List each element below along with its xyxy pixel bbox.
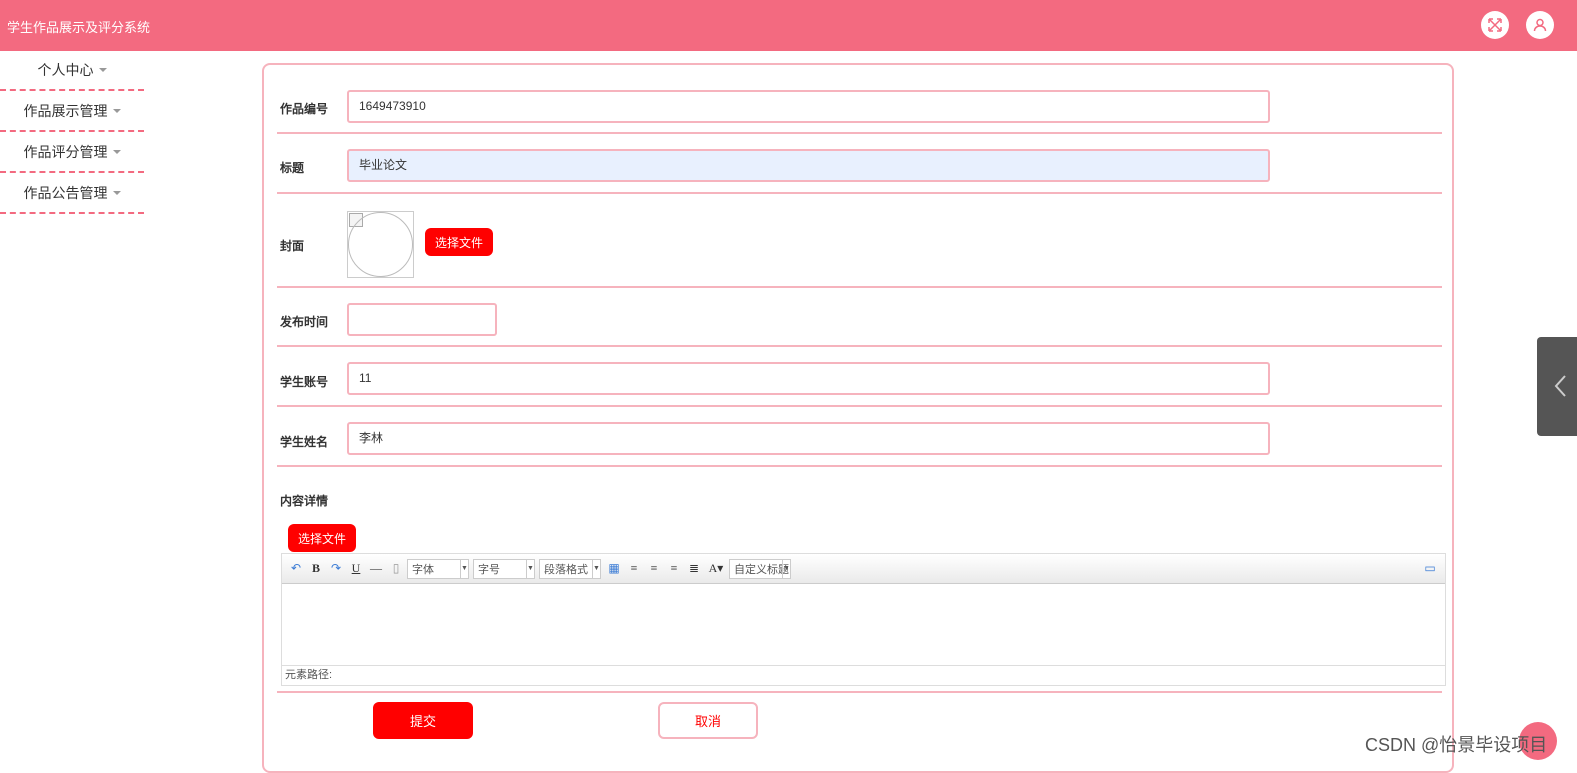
side-panel-handle[interactable] <box>1537 337 1577 436</box>
undo-icon[interactable]: ↶ <box>287 560 305 578</box>
sidebar-item-works-display[interactable]: 作品展示管理 <box>0 91 144 132</box>
title-label: 标题 <box>280 161 305 175</box>
student-account-label: 学生账号 <box>280 375 329 389</box>
document-icon[interactable]: ▯ <box>387 560 405 578</box>
form-panel: 作品编号 1649473910 标题 毕业论文 封面 选择文件 发布时间 学生账… <box>262 63 1454 773</box>
paragraph-value: 段落格式 <box>544 563 588 576</box>
student-account-input[interactable]: 11 <box>347 362 1270 395</box>
caret-down-icon <box>98 68 107 72</box>
publish-time-label: 发布时间 <box>280 315 329 329</box>
cover-image <box>347 211 414 278</box>
user-button[interactable] <box>1526 11 1554 39</box>
custom-title-value: 自定义标题 <box>734 563 789 576</box>
dropdown-arrow-icon: ▼ <box>592 559 600 578</box>
editor-toolbar: ↶ B ↷ U — ▯ 字体 ▼ 字号 ▼ 段落格式 ▼ ▦ ≡ ≡ ≡ ≣ A▾ 自… <box>282 554 1445 584</box>
row-student-account: 学生账号 11 <box>277 347 1442 407</box>
caret-down-icon <box>112 108 121 113</box>
fullscreen-button[interactable] <box>1481 11 1509 39</box>
fullscreen-editor-icon[interactable]: ▭ <box>1421 560 1439 578</box>
sidebar-item-label: 作品公告管理 <box>23 184 108 201</box>
underline-icon[interactable]: U <box>347 560 365 578</box>
font-size-select[interactable]: 字号 ▼ <box>473 558 535 579</box>
content-label: 内容详情 <box>280 494 329 508</box>
rich-text-editor: ↶ B ↷ U — ▯ 字体 ▼ 字号 ▼ 段落格式 ▼ ▦ ≡ ≡ ≡ ≣ A▾ 自… <box>281 553 1446 686</box>
align-center-icon[interactable]: ≡ <box>665 560 683 578</box>
chevron-left-icon <box>1554 375 1566 397</box>
sidebar-item-works-rating[interactable]: 作品评分管理 <box>0 132 144 173</box>
row-publish-time: 发布时间 <box>277 288 1442 347</box>
bold-icon[interactable]: B <box>307 560 325 578</box>
cancel-button[interactable]: 取消 <box>658 702 758 739</box>
custom-title-select[interactable]: 自定义标题 ▼ <box>729 558 791 579</box>
align-left-icon[interactable]: ≡ <box>625 560 643 578</box>
app-title: 学生作品展示及评分系统 <box>7 20 151 35</box>
font-size-value: 字号 <box>478 563 500 576</box>
publish-time-input[interactable] <box>347 303 497 336</box>
student-name-label: 学生姓名 <box>280 435 329 449</box>
row-cover: 封面 选择文件 <box>277 194 1442 288</box>
dropdown-arrow-icon: ▼ <box>782 559 790 578</box>
font-family-select[interactable]: 字体 ▼ <box>407 558 469 579</box>
sidebar-item-works-notice[interactable]: 作品公告管理 <box>0 173 144 214</box>
caret-down-icon <box>112 190 121 195</box>
sidebar: 个人中心 作品展示管理 作品评分管理 作品公告管理 <box>0 51 144 214</box>
title-input[interactable]: 毕业论文 <box>347 149 1270 182</box>
sidebar-item-label: 个人中心 <box>37 62 94 78</box>
student-name-input[interactable]: 李林 <box>347 422 1270 455</box>
sidebar-item-label: 作品展示管理 <box>23 102 108 119</box>
watermark: CSDN @怡景毕设项目 <box>1365 735 1548 755</box>
sidebar-item-personal-center[interactable]: 个人中心 <box>0 51 144 91</box>
cover-choose-file-button[interactable]: 选择文件 <box>425 228 493 256</box>
work-no-label: 作品编号 <box>280 102 329 116</box>
submit-button[interactable]: 提交 <box>373 702 473 739</box>
dropdown-arrow-icon: ▼ <box>460 559 468 578</box>
editor-content-area[interactable] <box>282 584 1445 665</box>
caret-down-icon <box>112 149 121 154</box>
work-no-input[interactable]: 1649473910 <box>347 90 1270 123</box>
align-justify-icon[interactable]: ≣ <box>685 560 703 578</box>
top-header: 学生作品展示及评分系统 <box>0 0 1577 51</box>
row-title: 标题 毕业论文 <box>277 134 1442 194</box>
row-work-no: 作品编号 1649473910 <box>277 65 1442 134</box>
row-student-name: 学生姓名 李林 <box>277 407 1442 467</box>
cover-label: 封面 <box>280 239 305 253</box>
content-choose-file-button[interactable]: 选择文件 <box>288 524 356 552</box>
cover-image-circle <box>348 212 413 277</box>
user-icon <box>1533 18 1547 32</box>
fullscreen-icon <box>1488 18 1502 32</box>
align-right-icon[interactable]: ≡ <box>645 560 663 578</box>
horizontal-rule-icon[interactable]: — <box>367 560 385 578</box>
editor-element-path: 元素路径: <box>282 665 1445 685</box>
redo-icon[interactable]: ↷ <box>327 560 345 578</box>
font-color-icon[interactable]: A▾ <box>705 560 727 578</box>
sidebar-item-label: 作品评分管理 <box>23 143 108 160</box>
paragraph-select[interactable]: 段落格式 ▼ <box>539 558 601 579</box>
dropdown-arrow-icon: ▼ <box>526 559 534 578</box>
font-family-value: 字体 <box>412 563 434 576</box>
table-icon[interactable]: ▦ <box>605 560 623 578</box>
